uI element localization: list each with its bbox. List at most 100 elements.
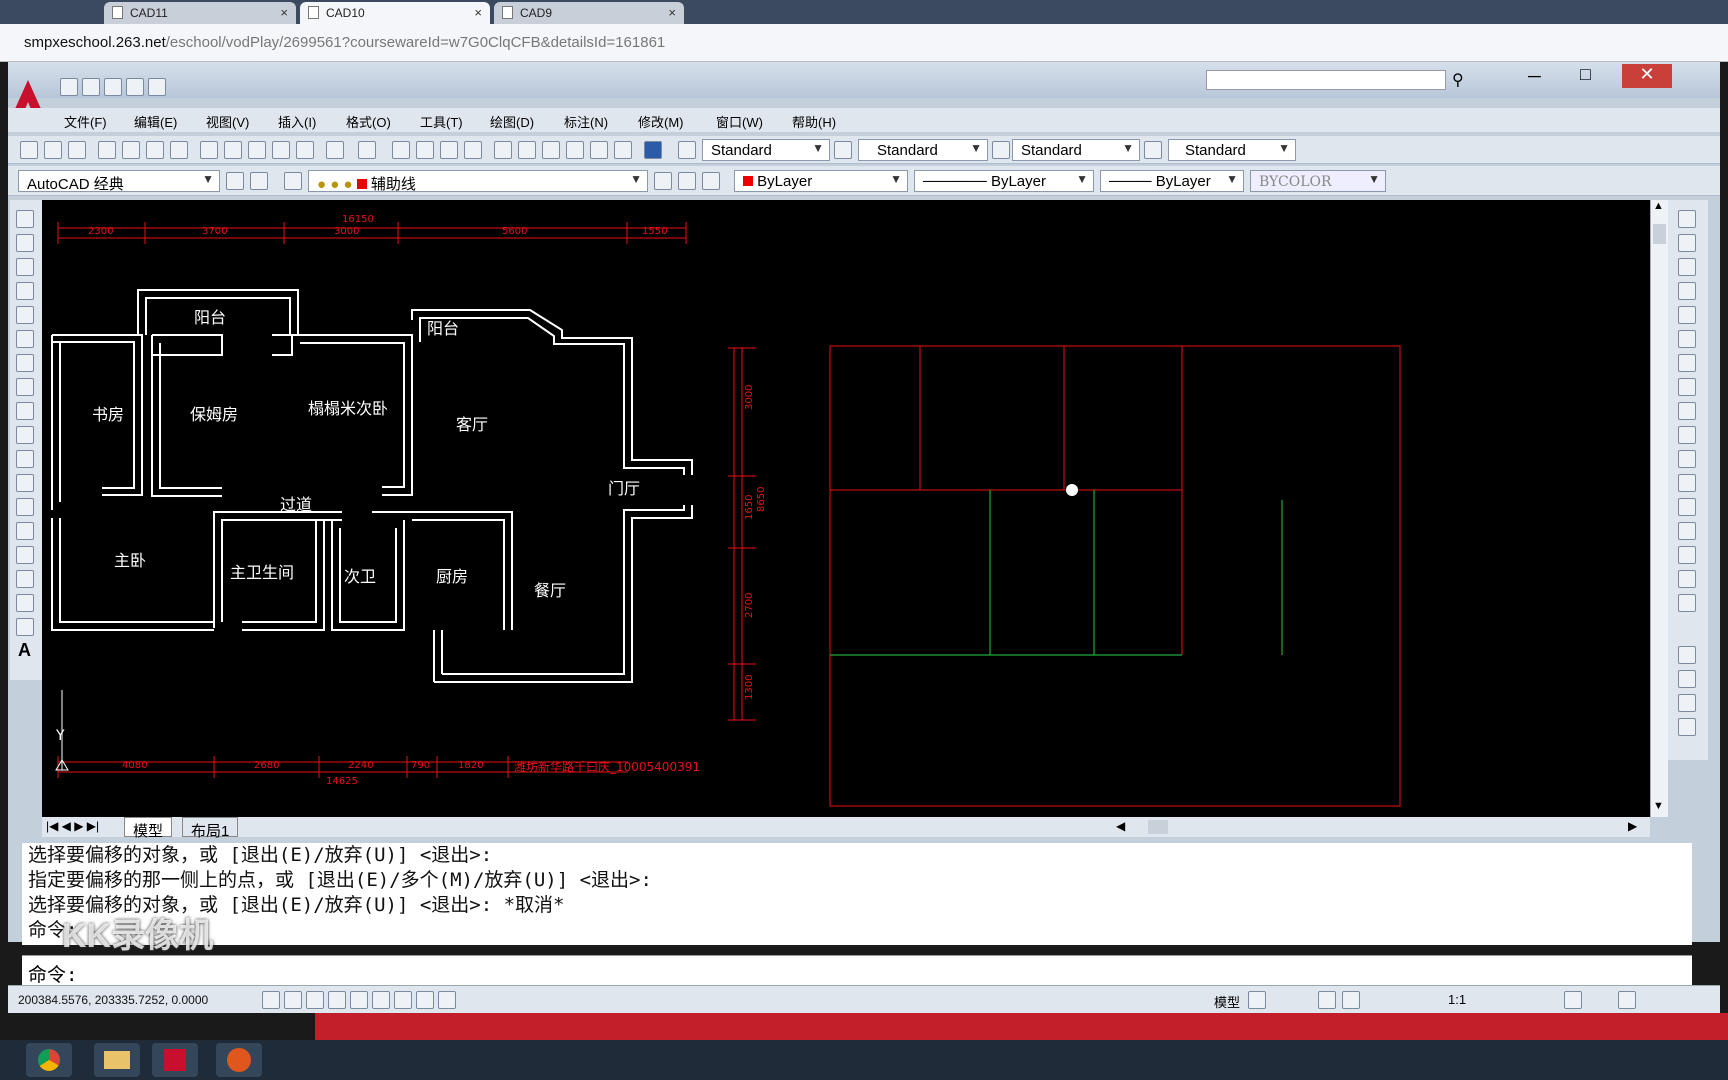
copy-object-icon[interactable] bbox=[1678, 234, 1696, 252]
color-select[interactable]: ByLayer ▼ bbox=[734, 170, 908, 192]
ortho-icon[interactable] bbox=[306, 991, 324, 1009]
chrome-icon[interactable] bbox=[26, 1043, 72, 1077]
stretch-icon[interactable] bbox=[1678, 402, 1696, 420]
pan-icon[interactable] bbox=[392, 141, 410, 159]
plot-icon[interactable] bbox=[98, 141, 116, 159]
draw-order-front-icon[interactable] bbox=[1678, 646, 1696, 664]
construction-line-icon[interactable] bbox=[16, 234, 34, 252]
maximize-button[interactable]: □ bbox=[1580, 64, 1591, 85]
menu-modify[interactable]: 修改(M) bbox=[638, 112, 684, 131]
break-at-point-icon[interactable] bbox=[1678, 474, 1696, 492]
close-icon[interactable]: × bbox=[280, 5, 288, 20]
workspace-settings-icon[interactable] bbox=[226, 172, 244, 190]
zoom-icon[interactable] bbox=[1342, 991, 1360, 1009]
save-icon[interactable] bbox=[68, 141, 86, 159]
menu-window[interactable]: 窗口(W) bbox=[716, 112, 763, 131]
new-icon[interactable] bbox=[20, 141, 38, 159]
preview-icon[interactable] bbox=[122, 141, 140, 159]
design-center-icon[interactable] bbox=[518, 141, 536, 159]
extend-icon[interactable] bbox=[1678, 450, 1696, 468]
undo-icon[interactable] bbox=[148, 78, 166, 96]
osnap-icon[interactable] bbox=[350, 991, 368, 1009]
polyline-icon[interactable] bbox=[16, 258, 34, 276]
mirror-icon[interactable] bbox=[1678, 258, 1696, 276]
recorder-taskbar-icon[interactable] bbox=[216, 1043, 262, 1077]
draw-order-back-icon[interactable] bbox=[1678, 670, 1696, 688]
line-icon[interactable] bbox=[16, 210, 34, 228]
calculator-icon[interactable] bbox=[614, 141, 632, 159]
text-style-select[interactable]: Standard ▼ bbox=[702, 139, 830, 161]
scroll-down-icon[interactable]: ▼ bbox=[1653, 800, 1664, 812]
customize-icon[interactable] bbox=[250, 172, 268, 190]
help-icon[interactable] bbox=[644, 141, 662, 159]
drawing-canvas[interactable]: 阳台 阳台 书房 保姆房 榻榻米次卧 客厅 过道 门厅 主卧 主卫生间 次卫 厨… bbox=[42, 200, 1650, 817]
menu-file[interactable]: 文件(F) bbox=[64, 112, 107, 131]
model-space-label[interactable]: 模型 bbox=[1214, 992, 1240, 1011]
dim-style-select[interactable]: Standard ▼ bbox=[858, 139, 988, 161]
rotate-icon[interactable] bbox=[1678, 354, 1696, 372]
menu-edit[interactable]: 编辑(E) bbox=[134, 112, 177, 131]
match-properties-icon[interactable] bbox=[272, 141, 290, 159]
sheet-set-icon[interactable] bbox=[566, 141, 584, 159]
menu-tools[interactable]: 工具(T) bbox=[420, 112, 463, 131]
otrack-icon[interactable] bbox=[372, 991, 390, 1009]
make-block-icon[interactable] bbox=[16, 498, 34, 516]
browser-tab-cad9[interactable]: CAD9 × bbox=[494, 2, 684, 24]
scroll-up-icon[interactable]: ▲ bbox=[1653, 200, 1664, 212]
erase-icon[interactable] bbox=[1678, 210, 1696, 228]
revision-cloud-icon[interactable] bbox=[16, 378, 34, 396]
table-style-select[interactable]: Standard ▼ bbox=[1012, 139, 1140, 161]
cut-icon[interactable] bbox=[200, 141, 218, 159]
save-icon[interactable] bbox=[104, 78, 122, 96]
tab-model[interactable]: 模型 bbox=[124, 817, 173, 840]
workspace-switch-icon[interactable] bbox=[1564, 991, 1582, 1009]
gradient-icon[interactable] bbox=[16, 570, 34, 588]
mleader-style-icon[interactable] bbox=[1144, 141, 1162, 159]
lineweight-icon[interactable] bbox=[438, 991, 456, 1009]
join-icon[interactable] bbox=[1678, 522, 1696, 540]
annotation-scale[interactable]: 1:1 bbox=[1448, 992, 1466, 1007]
layer-manager-icon[interactable] bbox=[284, 172, 302, 190]
menu-draw[interactable]: 绘图(D) bbox=[490, 112, 534, 131]
table-icon[interactable] bbox=[16, 618, 34, 636]
scroll-left-icon[interactable]: ◀ bbox=[1116, 819, 1125, 833]
block-editor-icon[interactable] bbox=[296, 141, 314, 159]
chamfer-icon[interactable] bbox=[1678, 546, 1696, 564]
vertical-scrollbar[interactable]: ▲ ▼ bbox=[1650, 200, 1668, 817]
dim-style-icon[interactable] bbox=[834, 141, 852, 159]
arc-icon[interactable] bbox=[16, 330, 34, 348]
zoom-previous-icon[interactable] bbox=[464, 141, 482, 159]
properties-icon[interactable] bbox=[494, 141, 512, 159]
close-icon[interactable]: × bbox=[474, 5, 482, 20]
minimize-button[interactable]: ─ bbox=[1528, 66, 1541, 87]
hatch-icon[interactable] bbox=[16, 546, 34, 564]
clean-screen-icon[interactable] bbox=[1618, 991, 1636, 1009]
array-icon[interactable] bbox=[1678, 306, 1696, 324]
browser-tab-cad11[interactable]: CAD11 × bbox=[104, 2, 296, 24]
zoom-window-icon[interactable] bbox=[440, 141, 458, 159]
mleader-style-select[interactable]: Standard ▼ bbox=[1168, 139, 1296, 161]
open-icon[interactable] bbox=[82, 78, 100, 96]
layout-icon[interactable] bbox=[1248, 991, 1266, 1009]
insert-block-icon[interactable] bbox=[16, 474, 34, 492]
ducs-icon[interactable] bbox=[394, 991, 412, 1009]
snap-icon[interactable] bbox=[262, 991, 280, 1009]
break-icon[interactable] bbox=[1678, 498, 1696, 516]
publish-icon[interactable] bbox=[146, 141, 164, 159]
dyn-icon[interactable] bbox=[416, 991, 434, 1009]
scroll-thumb[interactable] bbox=[1653, 224, 1666, 244]
close-button[interactable]: ✕ bbox=[1622, 64, 1672, 88]
send-under-icon[interactable] bbox=[1678, 718, 1696, 736]
polar-icon[interactable] bbox=[328, 991, 346, 1009]
trim-icon[interactable] bbox=[1678, 426, 1696, 444]
url-text[interactable]: smpxeschool.263.net/eschool/vodPlay/2699… bbox=[24, 34, 665, 51]
lineweight-select[interactable]: ──── ByLayer ▼ bbox=[1100, 170, 1244, 192]
menu-format[interactable]: 格式(O) bbox=[346, 112, 391, 131]
command-input[interactable]: 命令: bbox=[22, 955, 1692, 986]
text-style-icon[interactable] bbox=[678, 141, 696, 159]
close-icon[interactable]: × bbox=[668, 5, 676, 20]
horizontal-scroll-thumb[interactable] bbox=[1148, 820, 1168, 834]
menu-dimension[interactable]: 标注(N) bbox=[564, 112, 608, 131]
explode-icon[interactable] bbox=[1678, 594, 1696, 612]
markup-icon[interactable] bbox=[590, 141, 608, 159]
